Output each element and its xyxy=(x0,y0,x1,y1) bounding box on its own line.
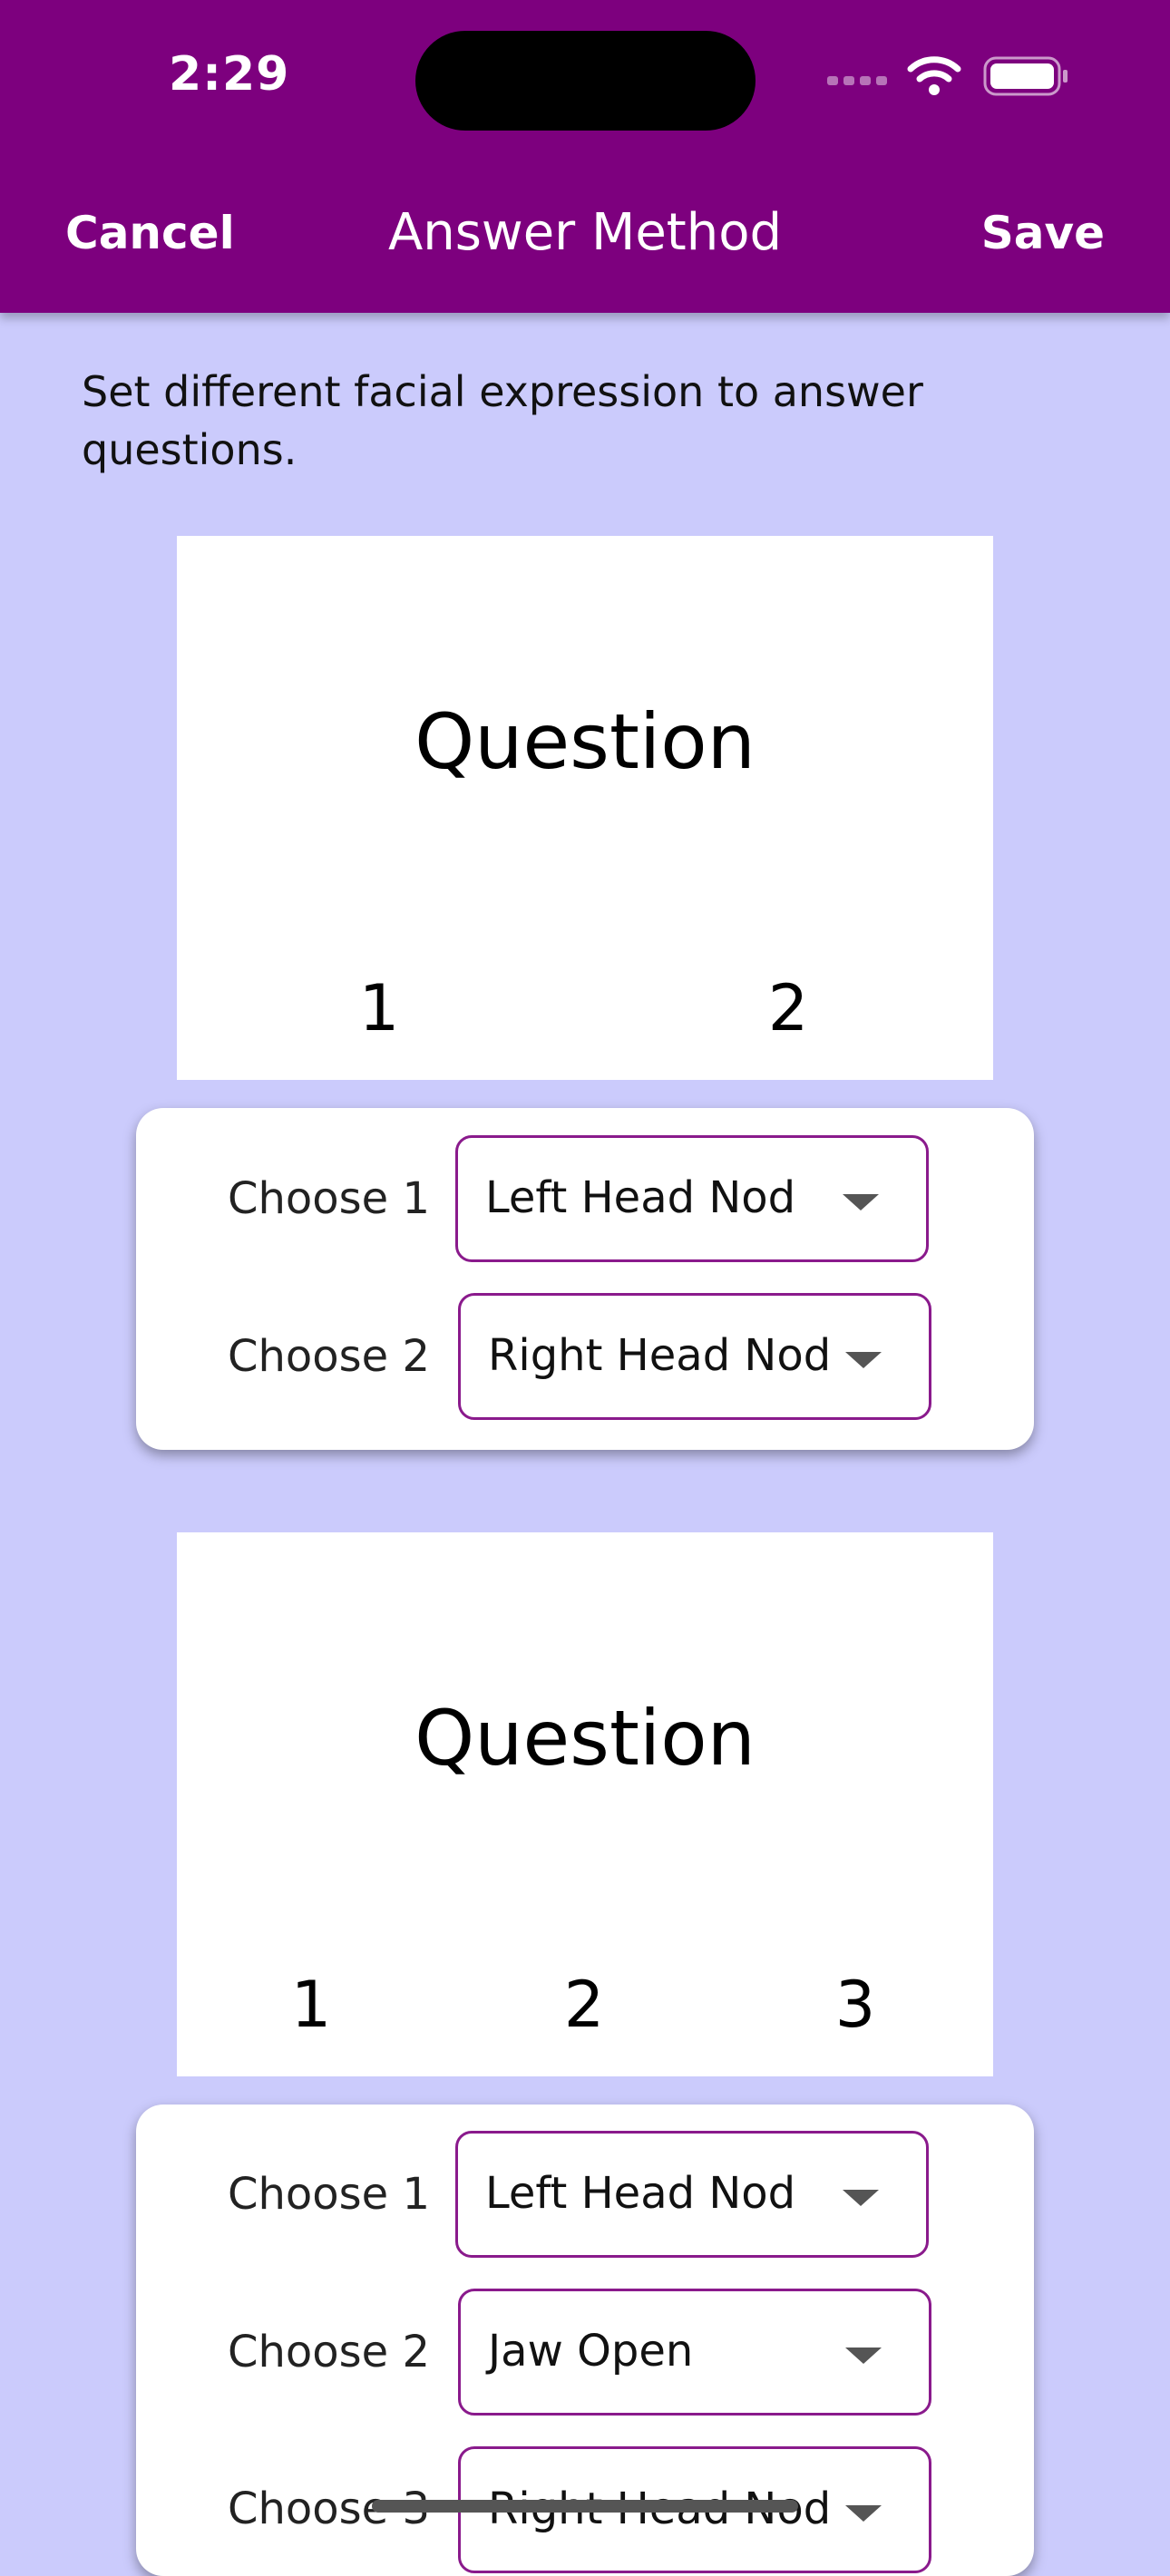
caret-down-icon xyxy=(843,1194,879,1210)
choose-label: Choose 1 xyxy=(227,1173,430,1224)
caret-down-icon xyxy=(845,2505,882,2522)
choose-2-dropdown[interactable]: Jaw Open xyxy=(458,2289,931,2416)
question-preview-2: Question 1 2 3 xyxy=(177,1532,993,2076)
caret-down-icon xyxy=(845,1352,882,1368)
battery-icon xyxy=(983,56,1068,96)
dropdown-value: Jaw Open xyxy=(488,2326,694,2377)
choose-label: Choose 2 xyxy=(227,1331,430,1382)
status-icons xyxy=(827,54,1072,100)
preview-title: Question xyxy=(414,1694,756,1783)
dynamic-island xyxy=(415,31,756,131)
wifi-icon xyxy=(907,56,961,95)
preview-title: Question xyxy=(414,697,756,786)
choose-label: Choose 1 xyxy=(227,2169,430,2220)
choose-1-dropdown[interactable]: Left Head Nod xyxy=(455,2131,929,2258)
answer-choices-card-1: Choose 1 Left Head Nod Choose 2 Right He… xyxy=(136,1108,1034,1450)
home-indicator[interactable] xyxy=(372,2500,798,2513)
preview-option: 2 xyxy=(563,1968,605,2042)
question-preview-1: Question 1 2 xyxy=(177,536,993,1080)
choose-2-dropdown[interactable]: Right Head Nod xyxy=(458,1293,931,1420)
choose-1-dropdown[interactable]: Left Head Nod xyxy=(455,1135,929,1262)
instructions-text: Set different facial expression to answe… xyxy=(82,367,923,474)
dropdown-value: Left Head Nod xyxy=(485,2168,796,2219)
status-time: 2:29 xyxy=(169,47,290,102)
caret-down-icon xyxy=(845,2348,882,2364)
save-button[interactable]: Save xyxy=(981,207,1105,259)
dropdown-value: Right Head Nod xyxy=(488,1330,832,1381)
signal-icon xyxy=(827,71,891,85)
preview-option: 1 xyxy=(358,971,400,1045)
dropdown-value: Left Head Nod xyxy=(485,1172,796,1223)
caret-down-icon xyxy=(843,2190,879,2206)
navigation-header: 2:29 Cancel Answer Method Save xyxy=(0,0,1170,313)
preview-option: 3 xyxy=(834,1968,876,2042)
preview-option: 1 xyxy=(290,1968,332,2042)
choose-label: Choose 2 xyxy=(227,2327,430,2377)
preview-option: 2 xyxy=(767,971,809,1045)
